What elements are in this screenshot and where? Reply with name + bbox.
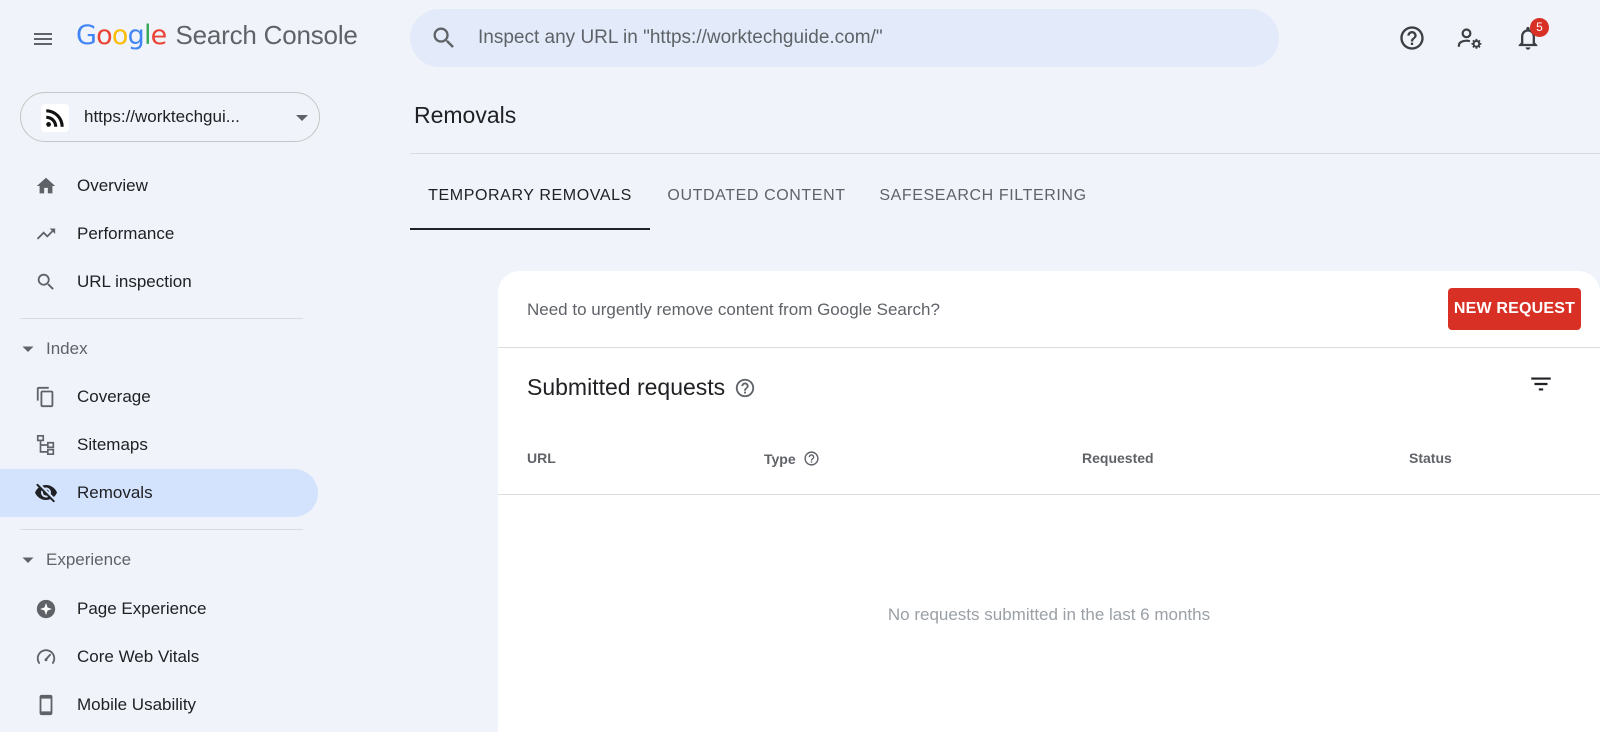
logo-letter: o (96, 20, 113, 51)
coverage-icon (34, 385, 58, 409)
sidebar-item-url-inspection[interactable]: URL inspection (0, 258, 318, 306)
sidebar-item-label: Removals (77, 483, 153, 502)
sitemaps-icon (34, 433, 58, 457)
filter-icon (1531, 377, 1551, 391)
smartphone-icon (34, 693, 58, 717)
search-input[interactable] (478, 9, 1238, 67)
sidebar-item-label: Core Web Vitals (77, 647, 200, 666)
sidebar-item-label: Performance (77, 224, 175, 243)
manage-users-button[interactable] (1454, 22, 1486, 54)
tab-label: OUTDATED CONTENT (667, 187, 846, 204)
column-label: Type (764, 450, 796, 467)
empty-state-message: No requests submitted in the last 6 mont… (887, 605, 1211, 624)
google-logo: Google (76, 20, 168, 51)
search-icon (34, 270, 58, 294)
logo-letter: e (150, 20, 168, 51)
eye-off-icon (34, 481, 58, 505)
trending-up-icon (34, 222, 58, 246)
new-request-button[interactable]: NEW REQUEST (1448, 288, 1581, 330)
sidebar-item-label: Overview (77, 176, 148, 195)
filter-button[interactable] (1526, 369, 1556, 399)
url-inspection-search[interactable] (410, 9, 1279, 67)
sidebar-item-label: Mobile Usability (77, 695, 197, 714)
tab-outdated-content[interactable]: OUTDATED CONTENT (650, 172, 863, 230)
sidebar-item-overview[interactable]: Overview (0, 162, 318, 210)
submitted-requests-label: Submitted requests (527, 374, 726, 400)
tab-label: SAFESEARCH FILTERING (879, 187, 1087, 204)
tab-safesearch-filtering[interactable]: SAFESEARCH FILTERING (863, 172, 1103, 230)
search-icon (430, 24, 458, 52)
urgent-removal-prompt: Need to urgently remove content from Goo… (527, 300, 940, 319)
speed-gauge-icon (34, 645, 58, 669)
submitted-requests-title: Submitted requests (527, 374, 756, 401)
card-divider (498, 347, 1600, 348)
sidebar-section-experience[interactable]: Experience (22, 546, 131, 574)
logo-letter: o (111, 20, 129, 51)
property-selector[interactable]: https://worktechgui... (20, 92, 320, 142)
column-header-status[interactable]: Status (1409, 450, 1452, 466)
notification-count-badge: 5 (1530, 18, 1549, 37)
column-header-type[interactable]: Type (764, 450, 820, 467)
property-favicon (41, 104, 69, 132)
caret-down-icon (295, 114, 309, 122)
sidebar-section-index[interactable]: Index (22, 335, 88, 363)
manage-users-icon (1457, 28, 1482, 49)
page-title: Removals (414, 102, 517, 128)
sidebar-item-sitemaps[interactable]: Sitemaps (0, 421, 318, 469)
help-icon (1400, 26, 1424, 50)
sidebar-item-performance[interactable]: Performance (0, 210, 318, 258)
help-button[interactable] (1396, 22, 1428, 54)
collapse-caret-icon (22, 557, 34, 564)
section-label: Experience (46, 550, 132, 569)
sidebar-item-core-web-vitals[interactable]: Core Web Vitals (0, 633, 318, 681)
search-console-logo[interactable]: Google Search Console (76, 20, 358, 56)
removals-card: Need to urgently remove content from Goo… (498, 271, 1600, 732)
sidebar-item-label: Coverage (77, 387, 151, 406)
logo-letter: l (143, 20, 151, 51)
section-label: Index (46, 339, 88, 358)
column-header-requested[interactable]: Requested (1082, 450, 1154, 466)
home-icon (34, 174, 58, 198)
menu-icon (34, 33, 52, 45)
sidebar-item-label: URL inspection (77, 272, 192, 291)
column-label: URL (527, 450, 556, 466)
tab-label: TEMPORARY REMOVALS (428, 187, 632, 204)
sidebar-item-coverage[interactable]: Coverage (0, 373, 318, 421)
page-experience-icon (34, 597, 58, 621)
sidebar-item-removals[interactable]: Removals (0, 469, 318, 517)
rss-icon (46, 109, 64, 127)
table-header-divider (498, 494, 1600, 495)
column-label: Status (1409, 450, 1452, 466)
help-icon[interactable] (734, 377, 756, 399)
column-label: Requested (1082, 450, 1154, 466)
sidebar-item-page-experience[interactable]: Page Experience (0, 585, 318, 633)
collapse-caret-icon (22, 346, 34, 353)
column-header-url[interactable]: URL (527, 450, 556, 466)
sidebar-item-label: Page Experience (77, 599, 207, 618)
logo-letter: g (127, 20, 145, 51)
sidebar-divider (20, 318, 303, 319)
logo-letter: G (76, 20, 97, 51)
sidebar-item-label: Sitemaps (77, 435, 148, 454)
title-divider (410, 153, 1600, 154)
main-menu-button[interactable] (28, 24, 58, 54)
product-name: Search Console (175, 20, 358, 50)
notifications-button[interactable]: 5 (1512, 18, 1549, 54)
sidebar-item-mobile-usability[interactable]: Mobile Usability (0, 681, 318, 729)
sidebar-divider (20, 529, 303, 530)
property-url: https://worktechgui... (84, 107, 240, 126)
tab-temporary-removals[interactable]: TEMPORARY REMOVALS (410, 172, 650, 230)
help-icon[interactable] (803, 450, 820, 467)
